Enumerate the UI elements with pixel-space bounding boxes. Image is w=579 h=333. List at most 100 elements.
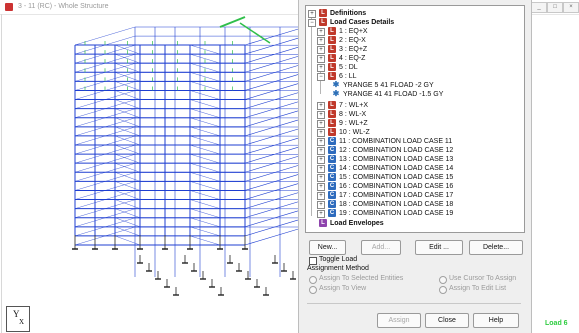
help-button[interactable]: Help: [473, 313, 519, 328]
combination-icon: C: [328, 137, 336, 145]
tree-node-label: Load Cases Details: [330, 19, 395, 26]
minimize-icon[interactable]: _: [531, 2, 547, 13]
structure-model[interactable]: [70, 15, 320, 315]
combination-label: 18 : COMBINATION LOAD CASE 18: [339, 201, 454, 208]
use-cursor-label: Use Cursor To Assign: [449, 275, 517, 282]
expand-icon[interactable]: +: [317, 120, 325, 128]
close-icon[interactable]: ×: [563, 2, 579, 13]
brace-member: [189, 144, 221, 155]
maximize-icon[interactable]: □: [547, 2, 563, 13]
load-case-icon: L: [328, 110, 336, 118]
expand-icon[interactable]: +: [317, 129, 325, 137]
assign-view-radio[interactable]: [309, 286, 317, 294]
load-item-label: YRANGE 5 41 FLOAD -2 GY: [343, 82, 434, 89]
expand-icon[interactable]: +: [317, 192, 325, 200]
brace-member: [189, 99, 221, 109]
brace-member: [189, 126, 221, 137]
assign-button[interactable]: Assign: [377, 313, 421, 328]
brace-member: [189, 162, 221, 173]
expand-icon[interactable]: +: [317, 147, 325, 155]
beam-member: [244, 226, 306, 246]
assign-edit-list-radio[interactable]: [439, 286, 447, 294]
floor-load-icon: ✱: [332, 80, 340, 89]
brace-member: [114, 235, 141, 246]
expand-icon[interactable]: +: [317, 210, 325, 218]
brace-member: [114, 126, 141, 137]
brace-member: [189, 117, 221, 128]
add-button[interactable]: Add...: [361, 240, 401, 255]
assignment-method-label: Assignment Method: [307, 265, 369, 272]
load-case-label: 8 : WL-X: [339, 111, 367, 118]
load-case-label: 7 : WL+X: [339, 102, 368, 109]
load-case-label: 5 : DL: [339, 64, 358, 71]
expand-icon[interactable]: +: [317, 111, 325, 119]
expand-icon[interactable]: +: [317, 55, 325, 63]
viewport-title: 3 - 11 (RC) - Whole Structure: [18, 3, 109, 10]
axis-triad: Y X: [6, 306, 30, 332]
load-case-icon: L: [328, 128, 336, 136]
brace-member: [114, 190, 141, 200]
brace-member: [189, 199, 221, 209]
load-case-icon: L: [328, 63, 336, 71]
close-button[interactable]: Close: [425, 313, 469, 328]
combination-label: 17 : COMBINATION LOAD CASE 17: [339, 192, 454, 199]
expand-icon[interactable]: +: [317, 165, 325, 173]
combination-label: 12 : COMBINATION LOAD CASE 12: [339, 147, 454, 154]
viewport-border: [1, 14, 2, 333]
collapse-icon[interactable]: −: [317, 73, 325, 81]
assign-selected-radio[interactable]: [309, 276, 317, 284]
combination-icon: C: [328, 155, 336, 163]
delete-button[interactable]: Delete...: [469, 240, 523, 255]
status-load-text: Load 6: [545, 320, 568, 327]
brace-member: [114, 99, 141, 109]
brace-member: [114, 153, 141, 164]
brace-member: [114, 135, 141, 146]
load-cases-icon: L: [319, 18, 327, 26]
expand-icon[interactable]: +: [317, 46, 325, 54]
edit-button[interactable]: Edit ...: [415, 240, 463, 255]
combination-icon: C: [328, 200, 336, 208]
load-case-label: 3 : EQ+Z: [339, 46, 368, 53]
expand-icon[interactable]: +: [317, 156, 325, 164]
assign-view-label: Assign To View: [319, 285, 367, 292]
brace-member: [189, 190, 221, 200]
toggle-load-checkbox[interactable]: [309, 257, 317, 265]
window-app-icon: [5, 3, 13, 11]
expand-icon[interactable]: +: [317, 28, 325, 36]
use-cursor-radio[interactable]: [439, 276, 447, 284]
collapse-icon[interactable]: −: [308, 19, 316, 27]
brace-member: [114, 226, 141, 237]
load-case-icon: L: [328, 72, 336, 80]
load-dialog: + L Definitions − L Load Cases Details +…: [298, 0, 532, 333]
load-case-icon: L: [328, 36, 336, 44]
axis-x-label: X: [19, 318, 25, 326]
brace-member: [114, 90, 141, 100]
brace-member: [114, 199, 141, 209]
load-case-label: 4 : EQ-Z: [339, 55, 366, 62]
floor-load-icon: ✱: [332, 89, 340, 98]
expand-icon[interactable]: +: [317, 183, 325, 191]
expand-icon[interactable]: +: [317, 64, 325, 72]
combination-icon: C: [328, 191, 336, 199]
load-case-label: 10 : WL-Z: [339, 129, 370, 136]
brace-member: [114, 117, 141, 128]
brace-member: [189, 90, 221, 100]
tree-node-label: Definitions: [330, 10, 367, 17]
expand-icon[interactable]: +: [317, 102, 325, 110]
load-item-label: YRANGE 41 41 FLOAD -1.5 GY: [343, 91, 444, 98]
brace-member: [189, 235, 221, 246]
load-case-icon: L: [328, 54, 336, 62]
expand-icon[interactable]: +: [317, 37, 325, 45]
brace-member: [189, 108, 221, 118]
expand-icon[interactable]: +: [317, 201, 325, 209]
new-button[interactable]: New...: [309, 240, 346, 255]
load-case-label: 6 : LL: [339, 73, 357, 80]
load-case-icon: L: [328, 119, 336, 127]
expand-icon[interactable]: +: [317, 138, 325, 146]
brace-member: [114, 162, 141, 173]
load-case-icon: L: [328, 101, 336, 109]
expand-icon[interactable]: +: [317, 174, 325, 182]
load-case-label: 1 : EQ+X: [339, 28, 368, 35]
expand-icon[interactable]: +: [308, 10, 316, 18]
load-tree[interactable]: + L Definitions − L Load Cases Details +…: [305, 5, 525, 233]
